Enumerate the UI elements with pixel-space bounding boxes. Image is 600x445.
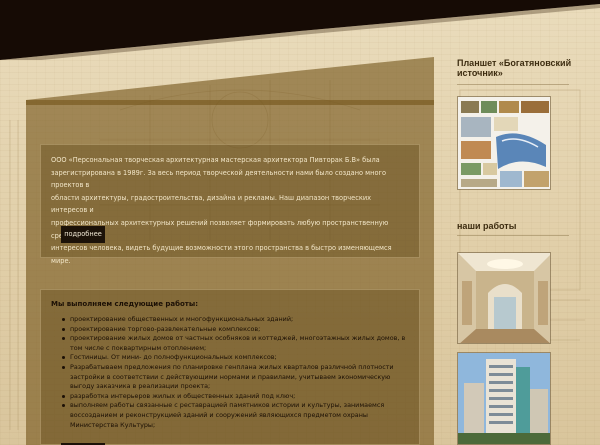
list-item: разработка интерьеров жилых и общественн… [51,392,411,402]
list-item: Гостиницы. От мини- до полнофункциональн… [51,353,411,363]
building-image [458,353,550,444]
intro-block: ООО «Персональная творческая архитектурн… [40,144,420,265]
interior-image [458,253,550,343]
divider [457,84,569,85]
list-item: проектирование общественных и многофункц… [51,315,411,325]
list-item: проектирование торгово-развлекательные к… [51,325,411,335]
top-band [0,0,600,60]
divider [457,235,569,236]
services-list: проектирование общественных и многофункц… [51,315,411,430]
list-item: проектирование жилых домов от частных ос… [51,334,411,353]
services-heading: Мы выполняем следующие работы: [51,300,198,308]
plan-image [458,97,550,189]
intro-line: области архитектуры, градостроительства,… [51,193,372,215]
main-panel-top [26,57,434,105]
intro-text: ООО «Персональная творческая архитектурн… [51,154,409,267]
intro-line: ООО «Персональная творческая архитектурн… [51,156,380,164]
list-item: Разрабатываем предложения по планировке … [51,363,411,392]
intro-line: зарегистрирована в 1989г. За весь период… [51,168,386,190]
list-item: выполняем работы связанные с реставрацие… [51,401,411,430]
work-thumbnail-2[interactable] [457,352,551,445]
work-thumbnail[interactable] [457,252,551,344]
works-title: наши работы [457,221,517,231]
more-button[interactable]: подробнее [61,226,105,243]
intro-line: интересов человека, видеть будущие возмо… [51,244,392,265]
plan-title: Планшет «Богатяновский источник» [457,58,572,78]
services-block: Мы выполняем следующие работы: проектиро… [40,289,420,445]
plan-thumbnail[interactable] [457,96,551,190]
